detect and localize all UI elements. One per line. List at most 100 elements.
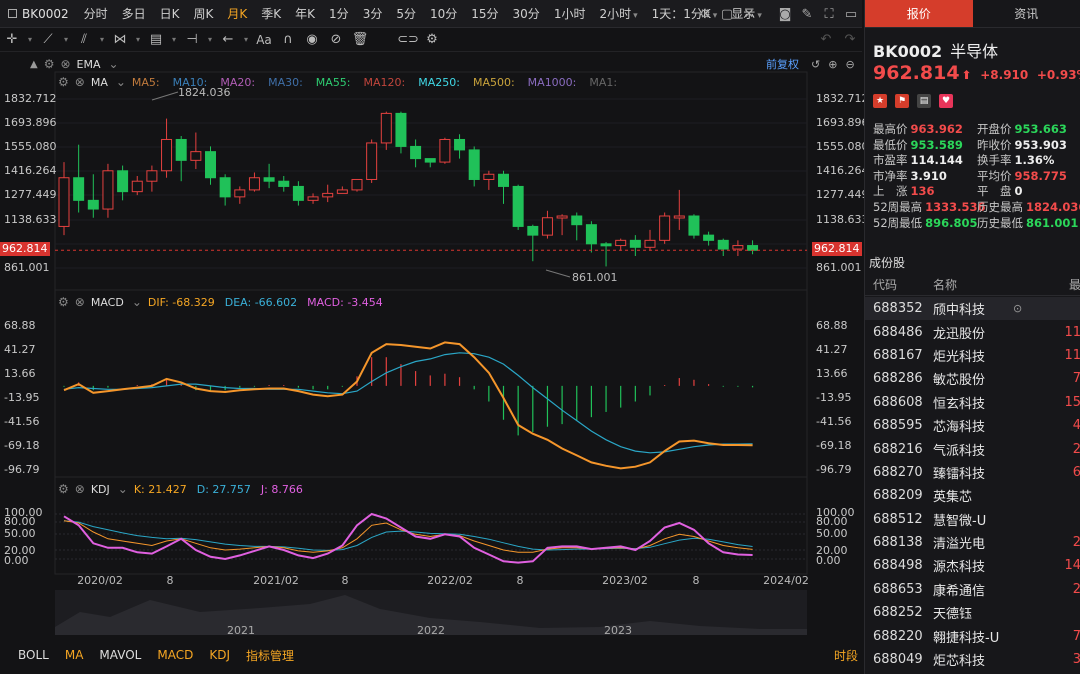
timeframe-tab[interactable]: 多日 — [115, 5, 153, 22]
pencil-icon[interactable]: ✎ — [796, 7, 818, 22]
timeframe-tab[interactable]: 1小时 — [547, 5, 593, 22]
timeframe-tab[interactable]: 季K — [254, 5, 288, 22]
close-icon[interactable]: ✕ — [738, 7, 760, 22]
table-row[interactable]: 688498 源杰科技 14 — [865, 554, 1080, 577]
arrow-tool-icon[interactable]: ← — [216, 32, 240, 47]
timeframe-tab[interactable]: 年K — [288, 5, 322, 22]
quote-price-row: 962.814⬆ +8.910 +0.93% — [873, 62, 1080, 84]
ma-item: MA1000: — [527, 75, 577, 89]
pattern-tool-icon[interactable]: ⋈ — [108, 32, 132, 47]
undo-icon[interactable]: ↶ — [814, 32, 838, 47]
fuquan-toggle[interactable]: 前复权 ↺ ⊕ ⊖ — [766, 56, 855, 72]
table-row[interactable]: 688167 炬光科技 11 — [865, 344, 1080, 367]
y-tick-label: 1832.712 — [4, 92, 57, 105]
chevron-down-icon[interactable]: ⌄ — [109, 57, 119, 71]
col-code[interactable]: 代码 — [865, 276, 925, 293]
table-row[interactable]: 688216 气派科技 2 — [865, 437, 1080, 460]
tab-mavol[interactable]: MAVOL — [99, 648, 141, 662]
top-icons: ⚙ ▢ ✕ ◙ ✎ ⛶ ▭ — [694, 0, 862, 28]
close-icon[interactable]: ⊗ — [75, 482, 85, 496]
table-row[interactable]: 688352 颀中科技 ⊙ — [865, 297, 1080, 321]
timeframe-tab[interactable]: 分时 — [77, 5, 115, 22]
heart-icon[interactable]: ♥ — [939, 94, 953, 108]
timeframe-tab[interactable]: 日K — [153, 5, 187, 22]
line-tool-icon[interactable]: ⟋ — [36, 32, 60, 47]
chevron-down-icon[interactable]: ⌄ — [116, 75, 126, 89]
close-icon[interactable]: ⊗ — [75, 295, 85, 309]
collapse-icon[interactable]: ▭ — [840, 7, 862, 22]
remove-icon[interactable]: ⊖ — [845, 58, 854, 71]
timeframe-tab[interactable]: 5分 — [389, 5, 423, 22]
tab-news[interactable]: 资讯 — [973, 0, 1080, 27]
link-icon[interactable]: ⊂⊃ — [396, 32, 420, 47]
settings-icon[interactable]: ⚙ — [58, 482, 69, 496]
hide-icon[interactable]: ⊘ — [324, 32, 348, 47]
kline-chart[interactable]: 1824.036861.0012020/02 8 2021/02 8 2022/02 8 2… — [0, 52, 862, 644]
symbol-selector[interactable]: BK0002 — [8, 7, 69, 21]
tab-ma[interactable]: MA — [65, 648, 84, 662]
col-price[interactable]: 最 — [1025, 276, 1080, 293]
x-tick-label: 2024/02 — [763, 574, 809, 587]
fib-tool-icon[interactable]: ▤ — [144, 32, 168, 47]
table-row[interactable]: 688608 恒玄科技 15 — [865, 391, 1080, 414]
tab-kdj[interactable]: KDJ — [209, 648, 230, 662]
table-row[interactable]: 688486 龙迅股份 11 — [865, 320, 1080, 343]
tab-macd[interactable]: MACD — [157, 648, 193, 662]
trash-icon[interactable]: 🗑 — [348, 32, 372, 47]
table-row[interactable]: 688653 康希通信 2 — [865, 578, 1080, 601]
channel-tool-icon[interactable]: ⫽ — [72, 32, 96, 47]
timeframe-tab[interactable]: 月K — [220, 5, 254, 22]
doc-icon[interactable]: ▤ — [917, 94, 931, 108]
reset-icon[interactable]: ↺ — [811, 58, 820, 71]
tool-settings-icon[interactable]: ⚙ — [420, 32, 444, 47]
target-icon[interactable]: ⊙ — [1013, 302, 1022, 315]
redo-icon[interactable]: ↷ — [838, 32, 862, 47]
chevron-down-icon[interactable]: ⌄ — [132, 295, 142, 309]
tab-indicator-manage[interactable]: 指标管理 — [246, 647, 294, 664]
fullscreen-icon[interactable]: ⛶ — [818, 7, 840, 22]
table-row[interactable]: 688138 清溢光电 2 — [865, 531, 1080, 554]
table-row[interactable]: 688049 炬芯科技 3 — [865, 648, 1080, 671]
chevron-down-icon[interactable]: ⌄ — [118, 482, 128, 496]
stat-label: 换手率 — [977, 153, 1012, 168]
eye-icon[interactable]: ◉ — [300, 32, 324, 47]
col-name[interactable]: 名称 — [925, 276, 1025, 293]
timeframe-tab[interactable]: 3分 — [356, 5, 390, 22]
tab-boll[interactable]: BOLL — [18, 648, 49, 662]
timeframe-tab[interactable]: 10分 — [423, 5, 464, 22]
timeframe-tab[interactable]: 2小时 — [592, 5, 644, 22]
text-tool-icon[interactable]: Aa — [252, 33, 276, 47]
close-icon[interactable]: ⊗ — [60, 57, 70, 71]
y-tick-label: 1277.449 — [4, 188, 57, 201]
table-row[interactable]: 688286 敏芯股份 7 — [865, 367, 1080, 390]
quote-panel: 报价 资讯 BK0002 半导体 962.814⬆ +8.910 +0.93% ★… — [864, 0, 1080, 674]
candle-body — [498, 173, 509, 187]
timeframe-tab[interactable]: 15分 — [464, 5, 505, 22]
close-icon[interactable]: ⊗ — [75, 75, 85, 89]
settings-icon[interactable]: ⚙ — [44, 57, 55, 71]
table-row[interactable]: 688512 慧智微-U — [865, 508, 1080, 531]
settings-icon[interactable]: ⚙ — [58, 295, 69, 309]
measure-tool-icon[interactable]: ⊣ — [180, 32, 204, 47]
crosshair-icon[interactable]: ✛ — [0, 32, 24, 47]
timeframe-tab[interactable]: 1分 — [322, 5, 356, 22]
candle-body — [629, 239, 641, 248]
window-icon[interactable]: ▢ — [716, 7, 738, 22]
settings-icon[interactable]: ⚙ — [694, 7, 716, 22]
table-row[interactable]: 688595 芯海科技 4 — [865, 414, 1080, 437]
tab-quote[interactable]: 报价 — [865, 0, 973, 27]
eye-icon[interactable]: ▲ — [30, 59, 38, 70]
table-row[interactable]: 688270 臻镭科技 6 — [865, 461, 1080, 484]
add-icon[interactable]: ⊕ — [828, 58, 837, 71]
magnet-icon[interactable]: ∩ — [276, 32, 300, 47]
session-button[interactable]: 时段 — [834, 647, 858, 664]
settings-icon[interactable]: ⚙ — [58, 75, 69, 89]
table-row[interactable]: 688220 翱捷科技-U 7 — [865, 624, 1080, 647]
indicator-tabs: BOLL MA MAVOL MACD KDJ 指标管理 时段 — [0, 644, 862, 666]
run-icon[interactable]: ⚑ — [895, 94, 909, 108]
timeframe-tab[interactable]: 周K — [187, 5, 221, 22]
camera-icon[interactable]: ◙ — [774, 7, 796, 22]
table-row[interactable]: 688209 英集芯 — [865, 484, 1080, 507]
table-row[interactable]: 688252 天德钰 — [865, 601, 1080, 624]
timeframe-tab[interactable]: 30分 — [506, 5, 547, 22]
